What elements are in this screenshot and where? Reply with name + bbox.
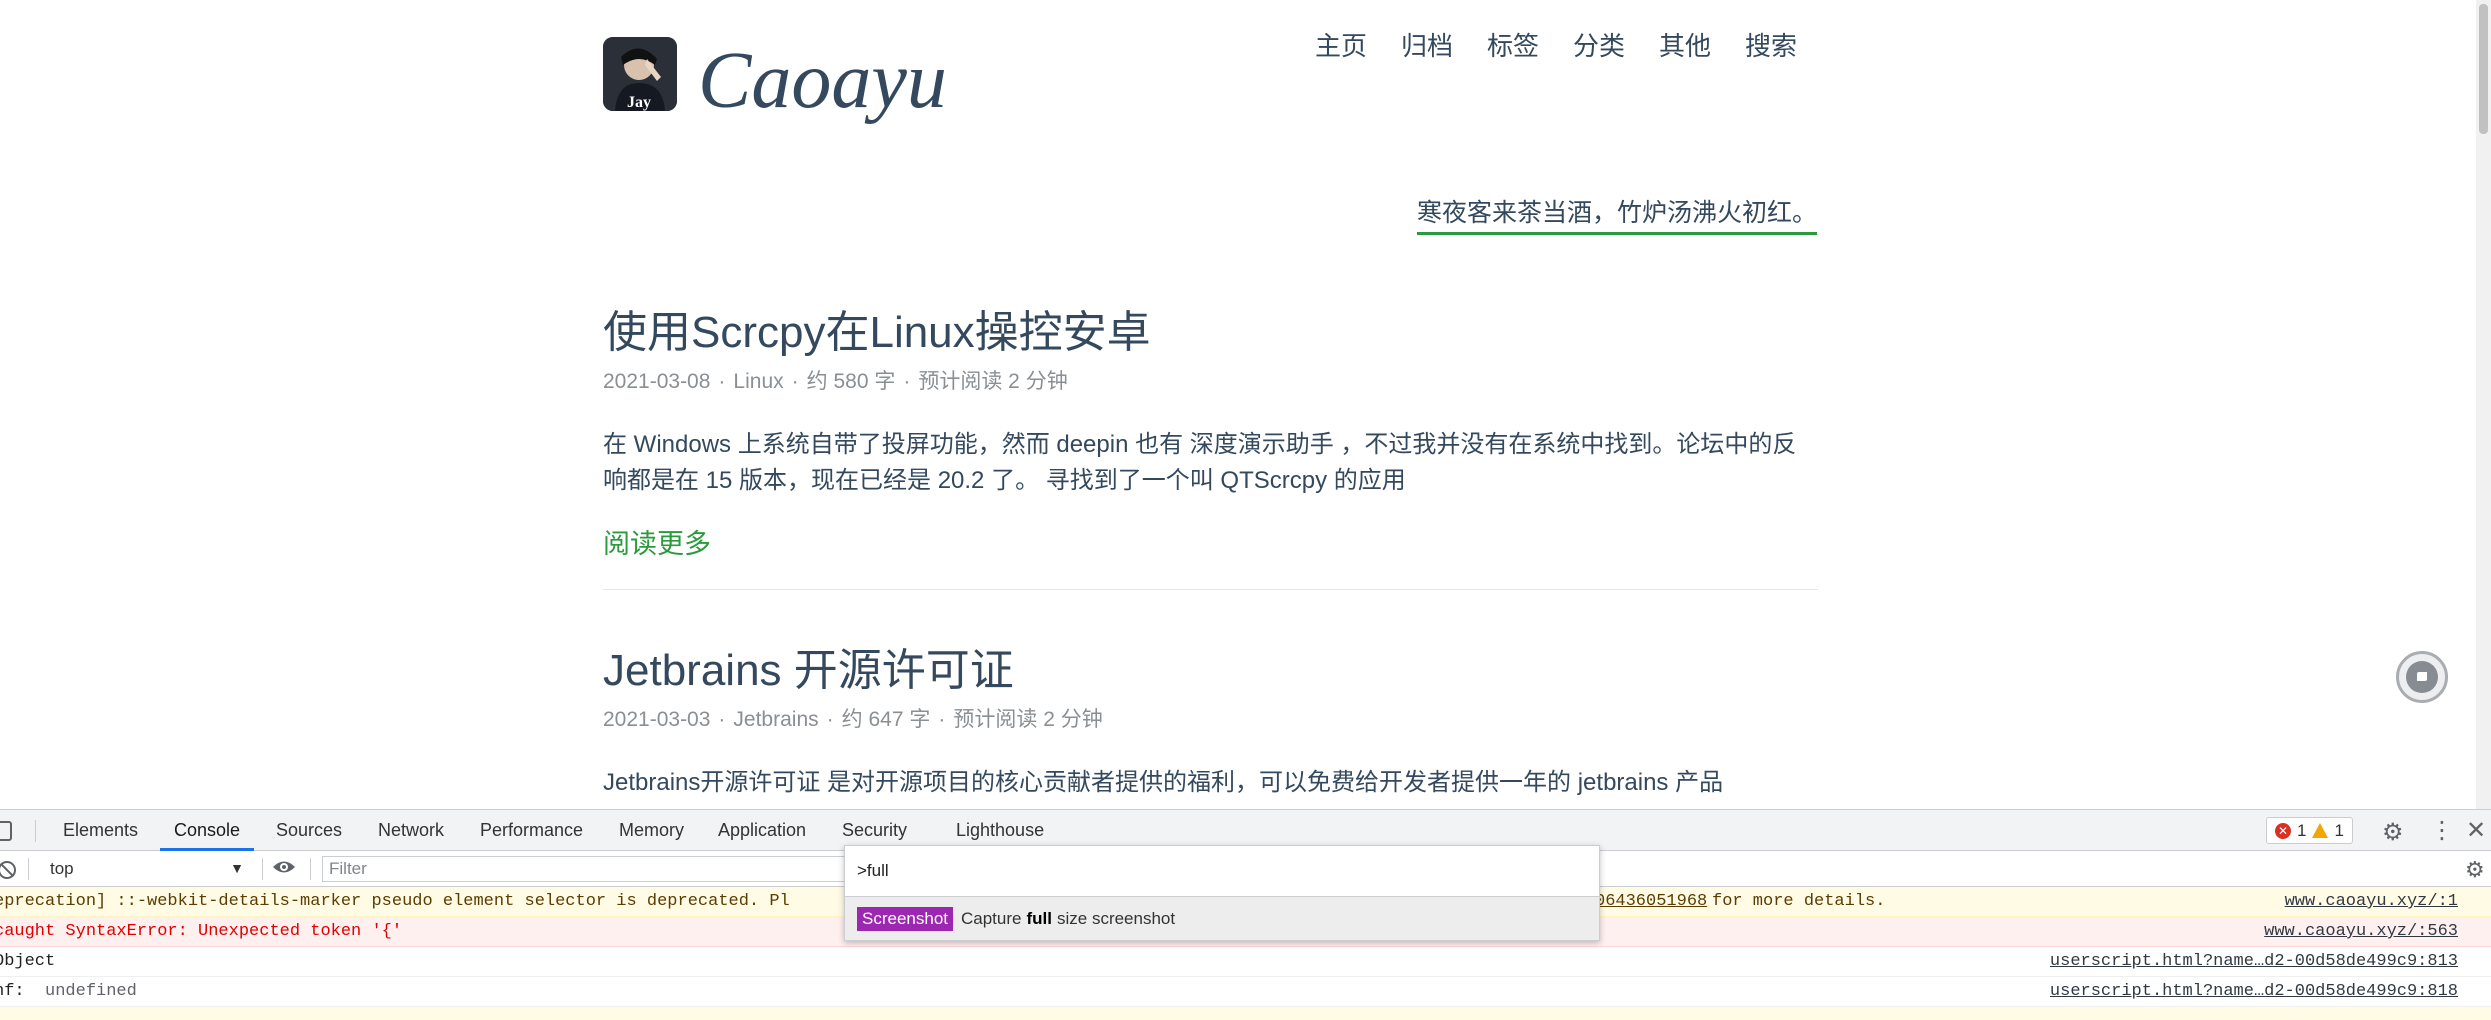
nav-item-archive[interactable]: 归档: [1384, 28, 1470, 64]
post-excerpt: 在 Windows 上系统自带了投屏功能，然而 deepin 也有 深度演示助手…: [603, 431, 1797, 494]
command-category-badge: Screenshot: [857, 906, 953, 931]
console-message-log: Object userscript.html?name…d2-00d58de49…: [0, 947, 2491, 977]
error-count: 1: [2297, 820, 2307, 840]
read-more-link[interactable]: 阅读更多: [603, 525, 711, 563]
post-excerpt: Jetbrains开源许可证 是对开源项目的核心贡献者提供的福利，可以免费给开发…: [603, 769, 1724, 796]
back-to-top-button[interactable]: [2396, 651, 2448, 703]
console-source-link[interactable]: www.caoayu.xyz/:563: [2264, 917, 2458, 946]
post-read-time: 预计阅读 2 分钟: [953, 708, 1103, 731]
page-scrollbar[interactable]: [2476, 0, 2491, 809]
site-motto: 寒夜客来茶当酒，竹炉汤沸火初红。: [1416, 196, 1817, 235]
inspect-element-icon[interactable]: [0, 821, 12, 841]
avatar-image: Jay: [603, 37, 677, 111]
avatar-label: Jay: [627, 94, 651, 111]
meta-separator: ·: [938, 708, 946, 731]
tab-network[interactable]: Network: [378, 810, 444, 851]
console-source-link[interactable]: userscript.html?name…d2-00d58de499c9:813: [2050, 947, 2458, 976]
post-title[interactable]: 使用Scrcpy在Linux操控安卓: [603, 305, 1818, 361]
post-divider: [603, 589, 1818, 590]
settings-gear-icon[interactable]: ⚙: [2382, 818, 2404, 847]
context-value: top: [50, 859, 74, 878]
post-meta: 2021-03-03 · Jetbrains · 约 647 字 · 预计阅读 2 分钟: [603, 705, 1818, 735]
console-source-link[interactable]: userscript.html?name…d2-00d58de499c9:818: [2050, 977, 2458, 1006]
nav-item-other[interactable]: 其他: [1642, 28, 1728, 64]
console-key: nf:: [0, 982, 25, 1001]
live-expression-eye-icon[interactable]: [272, 858, 296, 881]
console-message-log: nf: undefined userscript.html?name…d2-00…: [0, 977, 2491, 1007]
nav-item-home[interactable]: 主页: [1298, 28, 1384, 64]
tab-application[interactable]: Application: [718, 810, 806, 851]
console-message-partial: [0, 1007, 2491, 1020]
error-icon: ✕: [2275, 822, 2291, 839]
post-card: 使用Scrcpy在Linux操控安卓 2021-03-08 · Linux · 约 58…: [603, 305, 1818, 590]
command-menu-input[interactable]: [845, 846, 1599, 897]
nav-item-tags[interactable]: 标签: [1470, 28, 1556, 64]
tab-sources[interactable]: Sources: [276, 810, 342, 851]
context-selector[interactable]: top ▼: [40, 855, 250, 882]
meta-separator: ·: [826, 708, 834, 731]
tab-console[interactable]: Console: [160, 810, 255, 851]
console-settings-gear-icon[interactable]: ⚙: [2465, 857, 2485, 883]
meta-separator: ·: [718, 370, 726, 393]
console-value: undefined: [45, 982, 137, 1001]
warning-count: 1: [2334, 820, 2344, 840]
meta-separator: ·: [718, 708, 726, 731]
more-vertical-icon[interactable]: ⋮: [2430, 816, 2454, 845]
post-meta: 2021-03-08 · Linux · 约 580 字 · 预计阅读 2 分钟: [603, 367, 1818, 397]
scrollbar-thumb[interactable]: [2479, 4, 2488, 134]
post-word-count: 约 580 字: [806, 370, 896, 393]
post-date: 2021-03-08: [603, 370, 711, 393]
console-message-text: eprecation] ::-webkit-details-marker pse…: [0, 892, 790, 911]
post-date: 2021-03-03: [603, 708, 711, 731]
browser-viewport: Jay Caoayu 主页 归档 标签 分类 其他 搜索 寒夜客来茶当酒，竹炉汤…: [0, 0, 2491, 1020]
tab-performance[interactable]: Performance: [480, 810, 583, 851]
console-filter-input[interactable]: [322, 856, 847, 882]
post-category[interactable]: Linux: [733, 370, 783, 393]
tab-memory[interactable]: Memory: [619, 810, 684, 851]
meta-separator: ·: [903, 370, 911, 393]
warning-icon: [2312, 823, 2329, 838]
console-message-text: caught SyntaxError: Unexpected token '{': [0, 922, 403, 941]
post-title[interactable]: Jetbrains 开源许可证: [603, 643, 1818, 699]
logo-avatar[interactable]: Jay: [603, 37, 677, 111]
console-message-link[interactable]: 06436051968: [1595, 887, 1707, 916]
site-logo-text[interactable]: Caoayu: [698, 36, 947, 126]
divider: [28, 858, 29, 880]
post-card: Jetbrains 开源许可证 2021-03-03 · Jetbrains · 约 6…: [603, 643, 1818, 801]
console-message-text: for more details.: [1712, 892, 1886, 911]
main-nav: 主页 归档 标签 分类 其他 搜索: [1298, 28, 1814, 64]
nav-item-categories[interactable]: 分类: [1556, 28, 1642, 64]
nav-item-search[interactable]: 搜索: [1728, 28, 1814, 64]
tab-elements[interactable]: Elements: [63, 810, 138, 851]
issues-counter[interactable]: ✕ 1 1: [2266, 817, 2353, 844]
close-icon[interactable]: ✕: [2466, 816, 2486, 845]
post-word-count: 约 647 字: [841, 708, 931, 731]
post-read-time: 预计阅读 2 分钟: [918, 370, 1068, 393]
console-object-toggle[interactable]: Object: [0, 947, 55, 976]
divider: [35, 820, 36, 842]
blog-page: Jay Caoayu 主页 归档 标签 分类 其他 搜索 寒夜客来茶当酒，竹炉汤…: [0, 0, 2491, 809]
post-category[interactable]: Jetbrains: [733, 708, 818, 731]
command-menu-item-capture-full-screenshot[interactable]: Screenshot Capture full size screenshot: [845, 897, 1599, 940]
command-label-suffix: size screenshot: [1056, 908, 1176, 928]
command-menu: Screenshot Capture full size screenshot: [844, 845, 1600, 941]
console-source-link[interactable]: www.caoayu.xyz/:1: [2285, 887, 2458, 916]
command-label-prefix: Capture: [961, 908, 1022, 928]
meta-separator: ·: [791, 370, 799, 393]
divider: [262, 858, 263, 880]
console-message-text: nf: undefined: [0, 977, 137, 1006]
divider: [310, 858, 311, 880]
command-label-match: full: [1026, 908, 1052, 928]
back-to-top-icon: [2406, 661, 2438, 693]
clear-console-icon[interactable]: [0, 861, 16, 879]
dropdown-caret-icon: ▼: [230, 860, 244, 876]
